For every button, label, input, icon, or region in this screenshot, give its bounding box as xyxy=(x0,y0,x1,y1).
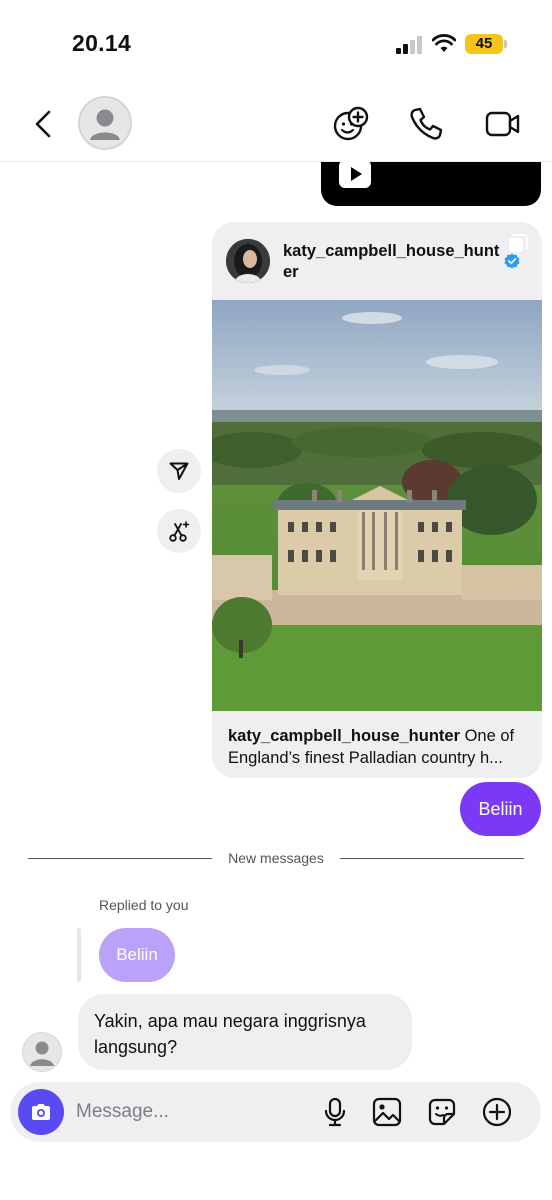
signal-icon xyxy=(396,36,424,54)
message-composer xyxy=(10,1082,541,1142)
previous-video-message[interactable] xyxy=(321,160,541,206)
camera-button[interactable] xyxy=(18,1089,64,1135)
avatar-icon xyxy=(90,109,120,140)
avatar-icon xyxy=(30,1041,54,1066)
wifi-icon xyxy=(432,34,456,52)
remix-button[interactable] xyxy=(157,509,201,553)
incoming-message-bubble[interactable]: Yakin, apa mau negara inggrisnya langsun… xyxy=(78,994,412,1070)
outgoing-message-bubble[interactable]: Beliin xyxy=(460,782,541,836)
gallery-icon[interactable] xyxy=(371,1096,403,1128)
caption-username[interactable]: katy_campbell_house_hunter xyxy=(228,727,460,745)
caption-text-line2: England’s finest Palladian country h... xyxy=(228,749,503,767)
battery-indicator: 45 xyxy=(465,34,507,54)
sticker-effects-icon[interactable] xyxy=(331,104,371,144)
reply-quote-bar xyxy=(77,928,81,982)
post-author-avatar[interactable] xyxy=(226,239,270,283)
sender-avatar[interactable] xyxy=(22,1032,62,1072)
back-icon[interactable] xyxy=(28,106,60,142)
divider-line-left xyxy=(28,858,212,859)
author-photo xyxy=(226,239,270,283)
camera-icon xyxy=(32,1104,50,1120)
share-button[interactable] xyxy=(157,449,201,493)
remix-icon xyxy=(169,521,190,542)
status-time: 20.14 xyxy=(72,30,132,56)
message-input[interactable] xyxy=(76,1096,296,1128)
new-messages-divider: New messages xyxy=(228,850,324,866)
post-header: katy_campbell_house_hunter xyxy=(212,222,542,300)
add-icon[interactable] xyxy=(481,1096,513,1128)
share-icon xyxy=(169,462,189,480)
divider-line-right xyxy=(340,858,524,859)
shared-post-card[interactable]: katy_campbell_house_hunter katy_campbell… xyxy=(212,222,542,778)
caption-text: One of xyxy=(460,727,515,745)
sticker-icon[interactable] xyxy=(426,1096,458,1128)
carousel-icon xyxy=(509,234,528,252)
reply-quote-bubble[interactable]: Beliin xyxy=(99,928,175,982)
avatar[interactable] xyxy=(78,96,132,150)
replied-label: Replied to you xyxy=(99,897,189,913)
play-icon xyxy=(339,160,371,188)
post-username[interactable]: katy_campbell_house_hunter xyxy=(283,241,503,283)
chat-header xyxy=(0,90,552,162)
post-caption: katy_campbell_house_hunter One of Englan… xyxy=(228,725,533,769)
phone-icon[interactable] xyxy=(406,104,446,144)
video-camera-icon[interactable] xyxy=(483,104,523,144)
status-bar: 20.14 45 xyxy=(0,0,552,90)
microphone-icon[interactable] xyxy=(319,1096,351,1128)
post-image[interactable] xyxy=(212,300,542,711)
